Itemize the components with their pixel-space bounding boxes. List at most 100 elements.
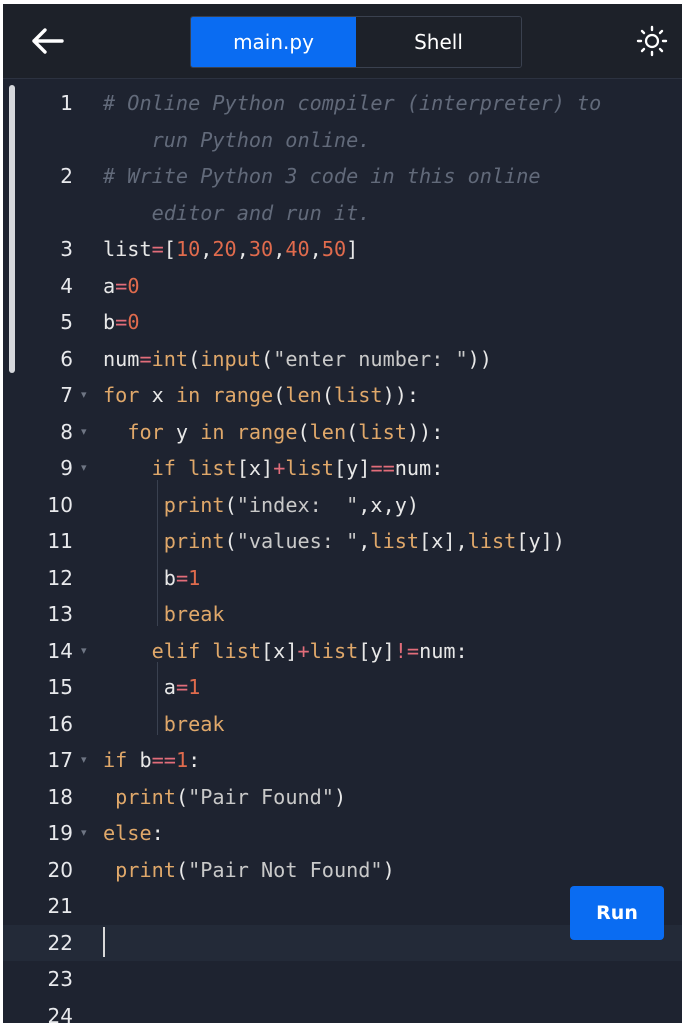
code-token: != (394, 638, 420, 663)
line-number: 11 (47, 529, 73, 553)
code-token: , (309, 237, 322, 261)
code-token: [y] (358, 638, 395, 663)
code-line[interactable]: 11 print("values: ",list[x],list[y]) (3, 523, 682, 560)
code-line[interactable]: 9 ▾ if list[x]+list[y]==num: (3, 450, 682, 487)
code-text: b=0 (103, 304, 682, 341)
code-token: b (103, 310, 116, 334)
code-line[interactable]: 18 print("Pair Found") (3, 779, 682, 816)
code-token: 40 (285, 237, 310, 261)
code-token: print (163, 492, 225, 517)
code-token: , (236, 237, 249, 261)
line-number: 20 (47, 857, 73, 882)
code-token: "Pair Found" (188, 784, 334, 809)
code-token: ( (188, 346, 201, 371)
code-token: print (115, 784, 176, 809)
code-line[interactable]: 2 # Write Python 3 code in this online (3, 158, 682, 195)
code-token: list (103, 237, 152, 261)
line-number: 18 (47, 784, 73, 809)
code-line[interactable]: 23 (3, 961, 682, 998)
back-button[interactable] (27, 22, 67, 60)
code-line[interactable]: 6 num=int(input("enter number: ")) (3, 341, 682, 378)
line-number: 23 (47, 967, 73, 991)
code-line[interactable]: 13 break (3, 596, 682, 633)
line-number (25, 195, 73, 232)
code-line[interactable]: 17 ▾ if b==1: (3, 742, 682, 779)
line-number: 12 (47, 565, 73, 590)
code-line[interactable]: 15 a=1 (3, 669, 682, 706)
line-number: 21 (47, 894, 73, 918)
tab-main-py[interactable]: main.py (191, 17, 356, 67)
code-token: if (103, 748, 128, 772)
code-line[interactable]: 7 ▾ for x in range(len(list)): (3, 377, 682, 414)
code-token: in (175, 383, 201, 407)
code-editor[interactable]: 1 # Online Python compiler (interpreter) … (3, 79, 682, 1023)
code-token: ) (382, 857, 395, 882)
code-line[interactable]: 3 list=[10,20,30,40,50] (3, 231, 682, 268)
code-token: editor and run it. (103, 200, 371, 225)
code-text: list=[10,20,30,40,50] (103, 231, 682, 268)
run-button[interactable]: Run (570, 886, 664, 940)
code-token: , (200, 237, 213, 261)
code-text: print("index: ",x,y) (103, 487, 682, 524)
code-line[interactable]: 24 (3, 998, 682, 1024)
line-number: 15 (47, 675, 73, 699)
code-token: break (163, 602, 225, 626)
code-text: a=0 (103, 268, 682, 305)
fold-toggle-icon[interactable]: ▾ (81, 815, 93, 852)
code-token: 1 (188, 565, 201, 590)
code-token: print (115, 857, 176, 882)
top-bar: main.py Shell (3, 4, 682, 79)
code-line[interactable]: 8 ▾ for y in range(len(list)): (3, 414, 682, 451)
line-number: 13 (47, 602, 73, 626)
code-token: int (151, 346, 189, 371)
code-token: list (370, 529, 420, 553)
code-line[interactable]: 14 ▾ elif list[x]+list[y]!=num: (3, 633, 682, 670)
code-token: range (212, 383, 274, 407)
code-token: , (358, 529, 371, 553)
code-line[interactable]: editor and run it. (3, 195, 682, 232)
code-line[interactable]: 10 print("index: ",x,y) (3, 487, 682, 524)
code-line[interactable]: 19 ▾ else: (3, 815, 682, 852)
code-token: elif (151, 638, 201, 663)
code-line[interactable]: 16 break (3, 706, 682, 743)
code-token: [y] (333, 456, 371, 480)
code-token: b (127, 748, 152, 772)
code-line[interactable]: 4 a=0 (3, 268, 682, 305)
code-text: break (103, 596, 682, 633)
code-token: y (163, 419, 201, 444)
fold-toggle-icon[interactable]: ▾ (81, 414, 93, 451)
fold-toggle-icon[interactable]: ▾ (81, 450, 93, 487)
code-line[interactable]: 5 b=0 (3, 304, 682, 341)
code-line[interactable]: 20 print("Pair Not Found") (3, 852, 682, 889)
code-token: = (151, 237, 164, 261)
line-number: 22 (47, 930, 73, 955)
fold-toggle-icon[interactable]: ▾ (81, 633, 93, 670)
code-token: a (103, 675, 176, 699)
tab-shell[interactable]: Shell (356, 17, 521, 67)
fold-toggle-icon[interactable]: ▾ (81, 742, 93, 779)
code-token: + (297, 638, 310, 663)
code-token: ( (224, 492, 237, 517)
code-token: 1 (188, 675, 201, 699)
code-token: == (151, 748, 176, 772)
code-text: print("Pair Not Found") (103, 852, 682, 889)
line-number: 17 (47, 748, 73, 772)
code-line[interactable]: run Python online. (3, 122, 682, 159)
code-token: list (358, 419, 407, 444)
code-line[interactable]: 1 # Online Python compiler (interpreter) … (3, 85, 682, 122)
fold-toggle-icon[interactable]: ▾ (81, 377, 93, 414)
line-number: 2 (60, 164, 73, 188)
code-line[interactable]: 12 b=1 (3, 560, 682, 597)
code-text: # Write Python 3 code in this online (103, 158, 682, 195)
theme-toggle-button[interactable] (635, 24, 669, 58)
code-token: = (115, 310, 128, 334)
